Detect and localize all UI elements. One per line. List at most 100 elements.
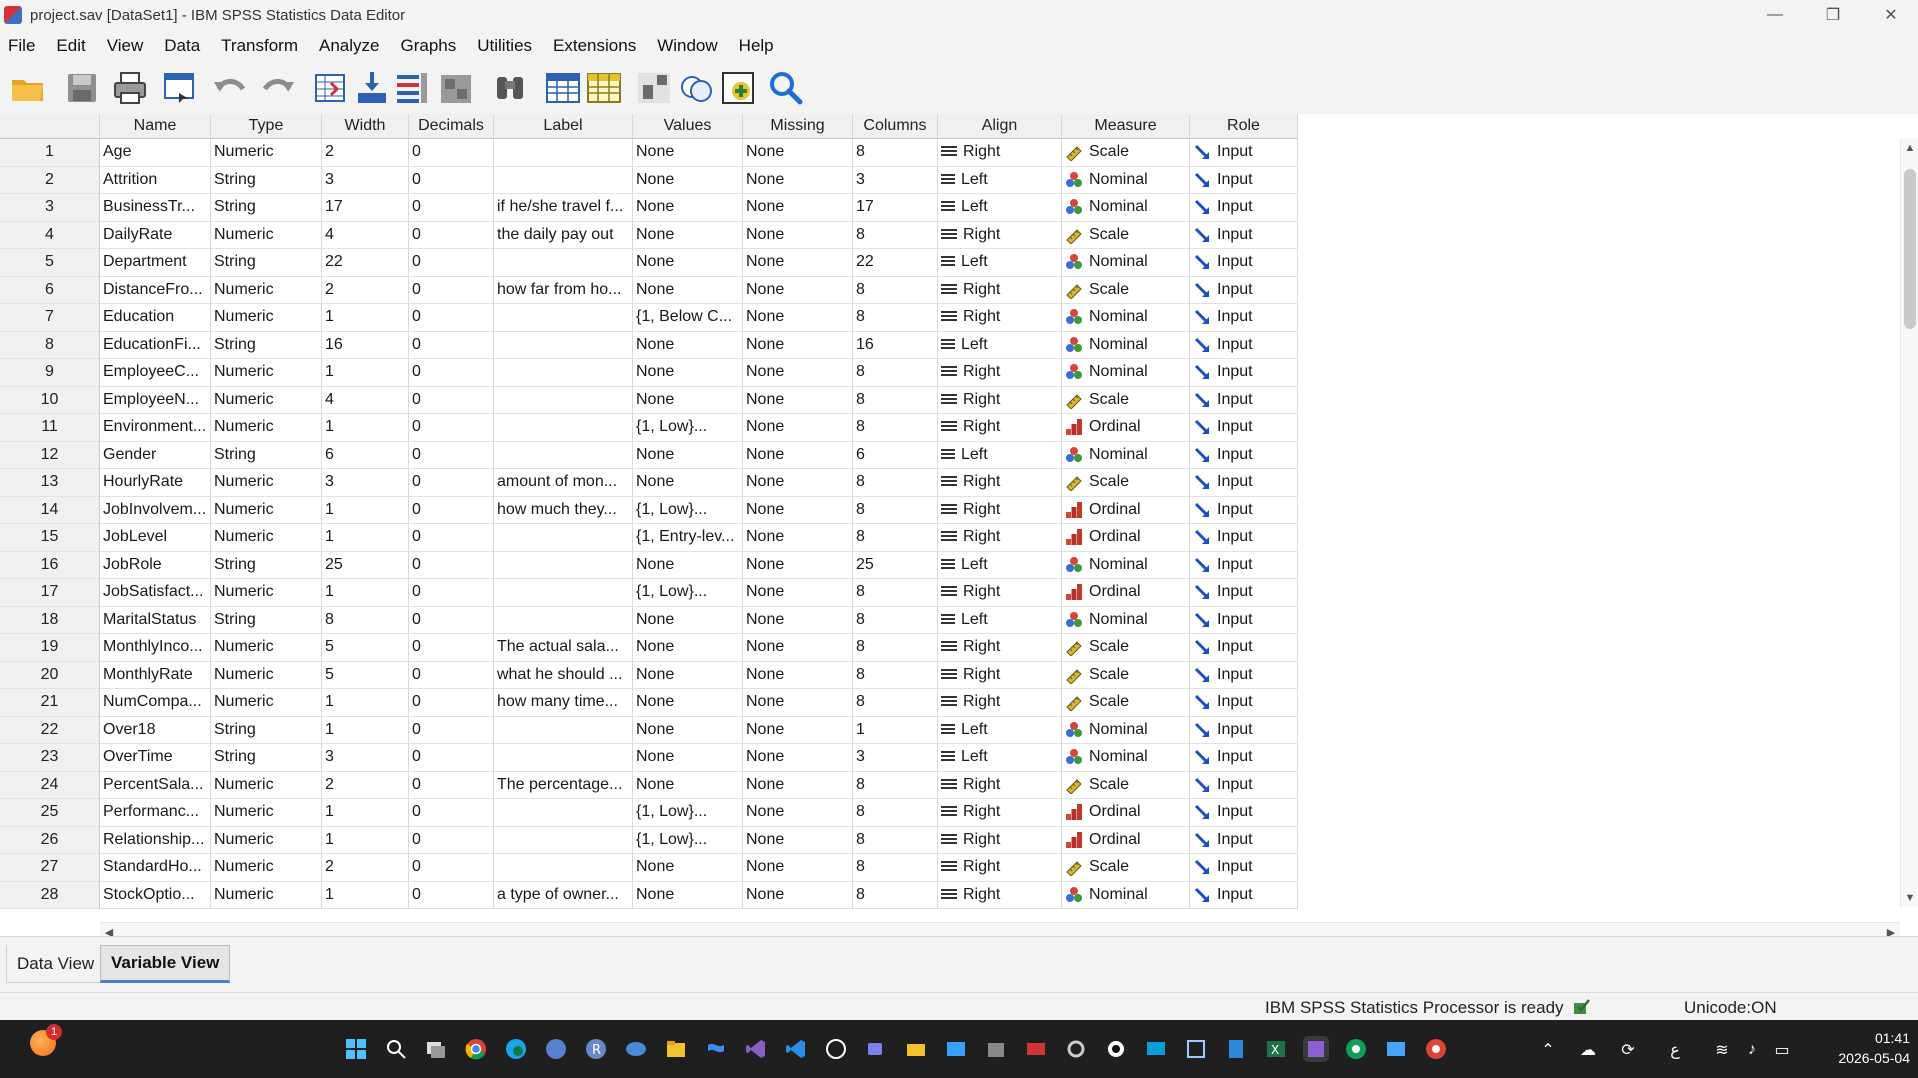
- cell-values[interactable]: None: [633, 139, 743, 167]
- variable-row[interactable]: 10 EmployeeN... Numeric 4 0 None None 8 Right Sca…: [0, 386, 1298, 414]
- cell-columns[interactable]: 17: [853, 194, 938, 222]
- cell-width[interactable]: 1: [322, 524, 409, 552]
- cell-decimals[interactable]: 0: [409, 386, 494, 414]
- file-explorer-icon[interactable]: [663, 1036, 689, 1062]
- cell-type[interactable]: String: [211, 744, 322, 772]
- cell-type[interactable]: Numeric: [211, 634, 322, 662]
- cell-role[interactable]: Input: [1190, 441, 1298, 469]
- cell-decimals[interactable]: 0: [409, 689, 494, 717]
- cell-missing[interactable]: None: [743, 359, 853, 387]
- chrome-dev-icon[interactable]: [1423, 1036, 1449, 1062]
- cell-columns[interactable]: 8: [853, 359, 938, 387]
- cell-align[interactable]: Right: [938, 414, 1062, 442]
- grid-app-icon[interactable]: [1183, 1036, 1209, 1062]
- cell-role[interactable]: Input: [1190, 826, 1298, 854]
- cell-role[interactable]: Input: [1190, 276, 1298, 304]
- menu-view[interactable]: View: [99, 36, 157, 56]
- save-icon[interactable]: [62, 68, 102, 108]
- cell-name[interactable]: Age: [100, 139, 211, 167]
- menu-window[interactable]: Window: [649, 36, 730, 56]
- browser-icon[interactable]: [543, 1036, 569, 1062]
- cell-decimals[interactable]: 0: [409, 249, 494, 277]
- cell-name[interactable]: JobInvolvem...: [100, 496, 211, 524]
- cell-measure[interactable]: Nominal: [1062, 441, 1190, 469]
- cell-type[interactable]: Numeric: [211, 276, 322, 304]
- edge-icon[interactable]: [503, 1036, 529, 1062]
- cell-decimals[interactable]: 0: [409, 194, 494, 222]
- row-number[interactable]: 11: [0, 414, 100, 442]
- cell-role[interactable]: Input: [1190, 634, 1298, 662]
- cell-align[interactable]: Right: [938, 276, 1062, 304]
- row-number[interactable]: 21: [0, 689, 100, 717]
- cell-name[interactable]: JobRole: [100, 551, 211, 579]
- cell-values[interactable]: None: [633, 331, 743, 359]
- column-header-measure[interactable]: Measure: [1062, 114, 1190, 139]
- cell-name[interactable]: EmployeeC...: [100, 359, 211, 387]
- cell-name[interactable]: NumCompa...: [100, 689, 211, 717]
- cell-values[interactable]: {1, Low}...: [633, 414, 743, 442]
- restore-button[interactable]: ❐: [1804, 0, 1862, 30]
- cell-label[interactable]: a type of owner...: [494, 881, 633, 909]
- cell-align[interactable]: Left: [938, 441, 1062, 469]
- redo-icon[interactable]: [258, 68, 298, 108]
- scroll-down-icon[interactable]: ▼: [1901, 889, 1918, 907]
- variables-icon[interactable]: [392, 68, 432, 108]
- cell-role[interactable]: Input: [1190, 661, 1298, 689]
- column-header-role[interactable]: Role: [1190, 114, 1298, 139]
- cell-missing[interactable]: None: [743, 304, 853, 332]
- cell-decimals[interactable]: 0: [409, 799, 494, 827]
- row-number[interactable]: 17: [0, 579, 100, 607]
- cell-measure[interactable]: Scale: [1062, 854, 1190, 882]
- cell-name[interactable]: DistanceFro...: [100, 276, 211, 304]
- cell-align[interactable]: Right: [938, 826, 1062, 854]
- variable-row[interactable]: 6 DistanceFro... Numeric 2 0 how far from ho.…: [0, 276, 1298, 304]
- row-number[interactable]: 2: [0, 166, 100, 194]
- cell-name[interactable]: Department: [100, 249, 211, 277]
- row-number[interactable]: 1: [0, 139, 100, 167]
- cell-name[interactable]: PercentSala...: [100, 771, 211, 799]
- cell-missing[interactable]: None: [743, 634, 853, 662]
- menu-extensions[interactable]: Extensions: [545, 36, 649, 56]
- cell-width[interactable]: 1: [322, 799, 409, 827]
- variable-row[interactable]: 5 Department String 22 0 None None 22 Left Nomina…: [0, 249, 1298, 277]
- cell-measure[interactable]: Scale: [1062, 386, 1190, 414]
- variable-row[interactable]: 13 HourlyRate Numeric 3 0 amount of mon... Non…: [0, 469, 1298, 497]
- cell-type[interactable]: Numeric: [211, 139, 322, 167]
- cell-label[interactable]: [494, 799, 633, 827]
- cell-missing[interactable]: None: [743, 221, 853, 249]
- cell-role[interactable]: Input: [1190, 881, 1298, 909]
- cell-role[interactable]: Input: [1190, 331, 1298, 359]
- cell-missing[interactable]: None: [743, 139, 853, 167]
- cell-type[interactable]: Numeric: [211, 826, 322, 854]
- row-number[interactable]: 28: [0, 881, 100, 909]
- cell-values[interactable]: None: [633, 194, 743, 222]
- cell-missing[interactable]: None: [743, 331, 853, 359]
- variable-row[interactable]: 27 StandardHo... Numeric 2 0 None None 8 Right Sc…: [0, 854, 1298, 882]
- cell-values[interactable]: None: [633, 634, 743, 662]
- cell-measure[interactable]: Nominal: [1062, 359, 1190, 387]
- cell-columns[interactable]: 8: [853, 139, 938, 167]
- cell-type[interactable]: Numeric: [211, 304, 322, 332]
- cell-values[interactable]: {1, Low}...: [633, 799, 743, 827]
- cell-decimals[interactable]: 0: [409, 826, 494, 854]
- cell-width[interactable]: 5: [322, 634, 409, 662]
- goto-case-icon[interactable]: [310, 68, 350, 108]
- cell-type[interactable]: Numeric: [211, 496, 322, 524]
- variable-row[interactable]: 18 MaritalStatus String 8 0 None None 8 Left Nomi…: [0, 606, 1298, 634]
- cell-measure[interactable]: Scale: [1062, 469, 1190, 497]
- cell-type[interactable]: Numeric: [211, 881, 322, 909]
- row-number[interactable]: 26: [0, 826, 100, 854]
- cell-label[interactable]: what he should ...: [494, 661, 633, 689]
- row-number[interactable]: 7: [0, 304, 100, 332]
- cell-measure[interactable]: Scale: [1062, 689, 1190, 717]
- settings-icon[interactable]: [1063, 1036, 1089, 1062]
- cell-role[interactable]: Input: [1190, 386, 1298, 414]
- cell-columns[interactable]: 8: [853, 661, 938, 689]
- cell-label[interactable]: the daily pay out: [494, 221, 633, 249]
- cell-width[interactable]: 1: [322, 414, 409, 442]
- row-number[interactable]: 22: [0, 716, 100, 744]
- cell-name[interactable]: EmployeeN...: [100, 386, 211, 414]
- cell-type[interactable]: Numeric: [211, 661, 322, 689]
- cell-measure[interactable]: Nominal: [1062, 606, 1190, 634]
- cell-measure[interactable]: Scale: [1062, 276, 1190, 304]
